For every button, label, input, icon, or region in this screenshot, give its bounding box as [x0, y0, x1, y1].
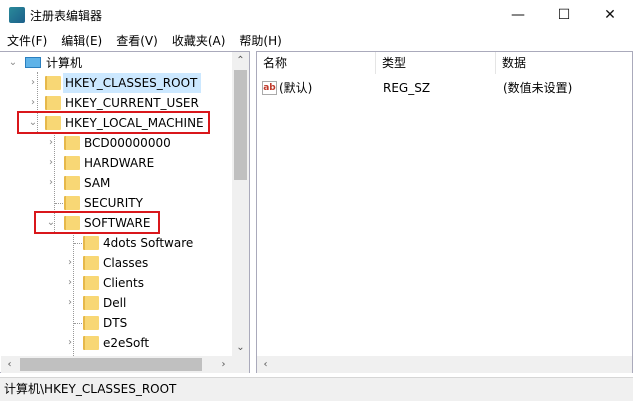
chevron-down-icon[interactable]: ⌄	[7, 53, 19, 73]
scroll-left-icon[interactable]: ‹	[257, 356, 274, 373]
list-row[interactable]: ab (默认) REG_SZ (数值未设置)	[257, 78, 632, 98]
minimize-button[interactable]: —	[495, 0, 541, 30]
menu-view[interactable]: 查看(V)	[109, 30, 165, 50]
scrollbar-thumb[interactable]	[20, 358, 202, 371]
highlight-box-hklm	[17, 111, 210, 134]
menu-favorites[interactable]: 收藏夹(A)	[165, 30, 233, 50]
folder-icon	[83, 236, 99, 250]
values-list	[256, 51, 633, 373]
folder-icon	[64, 136, 80, 150]
title-bar: 注册表编辑器 — ☐ ✕	[0, 0, 633, 30]
tree-item-classes[interactable]: › Classes	[0, 253, 230, 273]
scroll-right-icon[interactable]: ›	[215, 356, 232, 373]
chevron-right-icon[interactable]: ›	[27, 73, 39, 93]
string-value-icon: ab	[262, 81, 277, 95]
folder-icon	[83, 296, 99, 310]
tree-item-sam[interactable]: › SAM	[0, 173, 230, 193]
tree-item-4dots[interactable]: 4dots Software	[0, 233, 230, 253]
tree-item-bcd[interactable]: › BCD00000000	[0, 133, 230, 153]
chevron-right-icon[interactable]: ›	[45, 153, 57, 173]
folder-icon	[64, 176, 80, 190]
menu-edit[interactable]: 编辑(E)	[54, 30, 109, 50]
chevron-right-icon[interactable]: ›	[27, 93, 39, 113]
folder-icon	[64, 156, 80, 170]
folder-icon	[83, 316, 99, 330]
regedit-icon	[9, 7, 25, 23]
folder-icon	[45, 76, 61, 90]
highlight-box-software	[34, 211, 160, 234]
scroll-down-icon[interactable]: ⌄	[232, 339, 249, 356]
tree-item-security[interactable]: SECURITY	[0, 193, 230, 213]
tree-item-hardware[interactable]: › HARDWARE	[0, 153, 230, 173]
column-header-name[interactable]: 名称	[257, 52, 376, 74]
folder-icon	[83, 336, 99, 350]
window-title: 注册表编辑器	[30, 9, 103, 23]
scroll-left-icon[interactable]: ‹	[1, 356, 18, 373]
tree-item-e2esoft[interactable]: › e2eSoft	[0, 333, 230, 353]
close-button[interactable]: ✕	[587, 0, 633, 30]
tree-item-hkcr[interactable]: › HKEY_CLASSES_ROOT	[0, 73, 230, 93]
folder-icon	[83, 256, 99, 270]
list-horizontal-scrollbar[interactable]: ‹	[257, 356, 632, 373]
menu-help[interactable]: 帮助(H)	[232, 30, 288, 50]
chevron-right-icon[interactable]: ›	[64, 333, 76, 353]
menu-bar: 文件(F) 编辑(E) 查看(V) 收藏夹(A) 帮助(H)	[0, 30, 633, 50]
chevron-right-icon[interactable]: ›	[64, 273, 76, 293]
folder-icon	[64, 196, 80, 210]
scroll-up-icon[interactable]: ⌃	[232, 52, 249, 69]
tree-item-dell[interactable]: › Dell	[0, 293, 230, 313]
chevron-right-icon[interactable]: ›	[45, 133, 57, 153]
scrollbar-thumb[interactable]	[234, 70, 247, 180]
chevron-right-icon[interactable]: ›	[64, 253, 76, 273]
chevron-right-icon[interactable]: ›	[45, 173, 57, 193]
tree-item-clients[interactable]: › Clients	[0, 273, 230, 293]
folder-icon	[45, 96, 61, 110]
tree-item-dts[interactable]: DTS	[0, 313, 230, 333]
column-header-type[interactable]: 类型	[376, 52, 496, 74]
maximize-button[interactable]: ☐	[541, 0, 587, 30]
chevron-right-icon[interactable]: ›	[64, 293, 76, 313]
column-header-data[interactable]: 数据	[496, 52, 632, 74]
tree-item-hkcu[interactable]: › HKEY_CURRENT_USER	[0, 93, 230, 113]
tree-item-computer[interactable]: ⌄ 计算机	[0, 53, 230, 73]
folder-icon	[83, 276, 99, 290]
computer-icon	[25, 57, 41, 68]
menu-file[interactable]: 文件(F)	[0, 30, 54, 50]
status-bar: 计算机\HKEY_CLASSES_ROOT	[0, 377, 633, 401]
tree-horizontal-scrollbar[interactable]: ‹ ›	[1, 356, 249, 373]
